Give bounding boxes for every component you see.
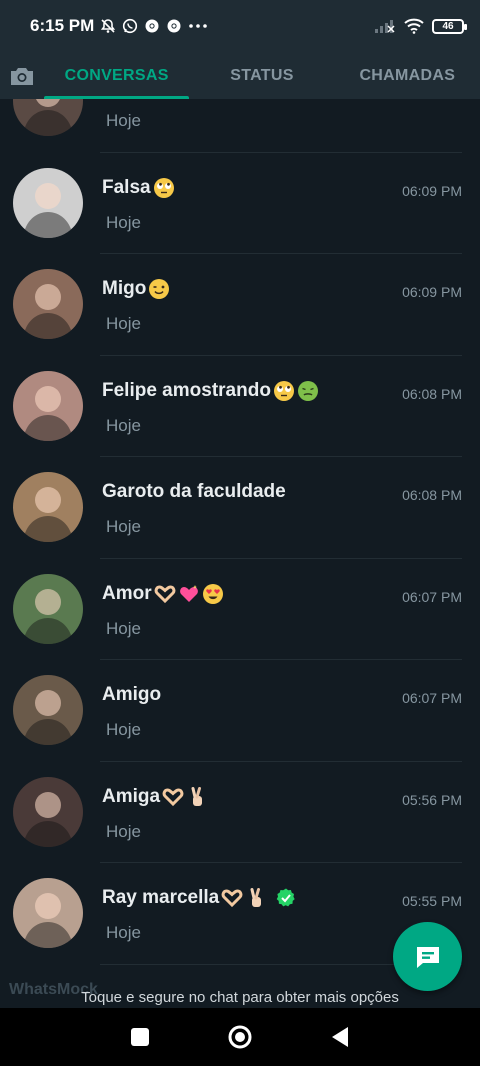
new-chat-button[interactable]: [393, 922, 462, 991]
chat-item[interactable]: Falsa 06:09 PM Hoje: [0, 153, 480, 254]
recents-button[interactable]: [120, 1017, 160, 1057]
chat-time: 06:09 PM: [402, 284, 462, 300]
chat-time: 06:07 PM: [402, 588, 462, 605]
chat-time: 06:08 PM: [402, 385, 462, 402]
back-triangle-icon: [332, 1027, 348, 1047]
chat-name-text: Garoto da faculdade: [102, 481, 286, 502]
chat-name: Amor: [102, 583, 224, 605]
chat-preview: Hoje: [106, 923, 141, 942]
chat-name: Felipe amostrando: [102, 380, 319, 402]
chat-name: Amiga: [102, 786, 208, 808]
chat-preview: Hoje: [106, 415, 141, 435]
mute-bell-icon: [101, 19, 116, 33]
battery-indicator: 46: [432, 18, 467, 34]
chat-item[interactable]: Garoto da faculdade 06:08 PM Hoje: [0, 457, 480, 559]
wink-emoji: [148, 278, 170, 300]
heart-hands-emoji: [154, 583, 176, 605]
chat-preview: Hoje: [106, 111, 141, 130]
chat-name: Migo: [102, 278, 170, 300]
chat-preview: Hoje: [106, 314, 141, 333]
sparkling-heart-emoji: [178, 583, 200, 605]
chat-item[interactable]: Amiga 05:56 PM Hoje: [0, 762, 480, 863]
chrome-icon: [167, 19, 181, 33]
chat-item[interactable]: Amor 06:07 PM Hoje: [0, 559, 480, 660]
heart-hands-emoji: [162, 786, 184, 808]
chat-name-text: Amigo: [102, 684, 162, 705]
status-time: 6:15 PM: [30, 16, 95, 35]
home-button[interactable]: [220, 1017, 260, 1057]
wifi-icon: [404, 18, 424, 34]
notification-icons: [100, 18, 208, 34]
circle-icon: [228, 1025, 252, 1049]
chat-preview: Hoje: [106, 618, 141, 638]
system-navigation-bar: [0, 1008, 480, 1066]
avatar[interactable]: [13, 472, 83, 542]
avatar[interactable]: [13, 167, 83, 238]
avatar[interactable]: [13, 370, 83, 441]
crossed-fingers-emoji: [245, 887, 267, 909]
avatar[interactable]: [13, 269, 83, 339]
chat-preview: Hoje: [106, 821, 141, 841]
nauseated-emoji: [297, 380, 319, 402]
chat-time: 05:56 PM: [402, 791, 462, 808]
chat-time: 05:55 PM: [402, 893, 462, 909]
camera-button[interactable]: [0, 52, 44, 99]
chat-preview: Hoje: [106, 212, 141, 232]
chat-item[interactable]: Amigo 06:07 PM Hoje: [0, 660, 480, 762]
chat-list[interactable]: Amiga06:10 PMHoje Falsa 06:09 PM Hoje Migo 0…: [0, 99, 480, 1008]
avatar[interactable]: [13, 675, 83, 745]
heart-hands-emoji: [221, 887, 243, 909]
chat-time: 06:08 PM: [402, 487, 462, 503]
chat-name-text: Amiga: [102, 785, 161, 807]
chat-item[interactable]: Migo 06:09 PM Hoje: [0, 254, 480, 356]
avatar[interactable]: [13, 776, 83, 847]
chat-name-text: Falsa: [102, 176, 151, 198]
chat-name: Ray marcella: [102, 887, 297, 909]
chat-name: Amigo: [102, 684, 161, 706]
whatsapp-icon: [123, 18, 138, 34]
avatar[interactable]: [13, 99, 83, 136]
chrome-icon: [145, 19, 159, 33]
verified-badge-icon: [275, 887, 297, 909]
square-icon: [131, 1028, 149, 1046]
chat-preview: Hoje: [106, 720, 141, 739]
avatar[interactable]: [13, 878, 83, 948]
message-icon: [416, 946, 439, 968]
chat-item[interactable]: Amiga06:10 PMHoje: [0, 99, 480, 153]
camera-icon: [11, 67, 33, 85]
eye-roll-emoji: [153, 177, 175, 199]
chat-preview: Hoje: [106, 517, 141, 536]
chat-name-text: Felipe amostrando: [102, 379, 271, 401]
system-icons: 46: [374, 18, 467, 34]
chat-item[interactable]: Felipe amostrando 06:08 PM Hoje: [0, 356, 480, 457]
crossed-fingers-emoji: [186, 786, 208, 808]
signal-icon: [375, 20, 395, 33]
chat-time: 06:07 PM: [402, 690, 462, 706]
tab-status[interactable]: STATUS: [189, 52, 334, 99]
chat-name-text: Amor: [102, 582, 152, 604]
heart-eyes-emoji: [202, 583, 224, 605]
chat-time: 06:09 PM: [402, 182, 462, 199]
back-button[interactable]: [320, 1017, 360, 1057]
eye-roll-emoji: [273, 380, 295, 402]
hint-text: Toque e segure no chat para obter mais o…: [81, 989, 399, 1006]
chat-name-text: Migo: [102, 278, 147, 299]
chat-name-text: Ray marcella: [102, 887, 220, 908]
more-dots-icon: [189, 24, 208, 28]
tab-conversas[interactable]: CONVERSAS: [44, 52, 190, 99]
avatar[interactable]: [13, 573, 83, 644]
tab-bar: CONVERSAS STATUS CHAMADAS: [0, 52, 480, 99]
chat-name: Garoto da faculdade: [102, 481, 286, 503]
status-bar: 6:15 PM 46: [0, 0, 480, 52]
tab-chamadas[interactable]: CHAMADAS: [335, 52, 480, 99]
chat-name: Falsa: [102, 177, 175, 199]
